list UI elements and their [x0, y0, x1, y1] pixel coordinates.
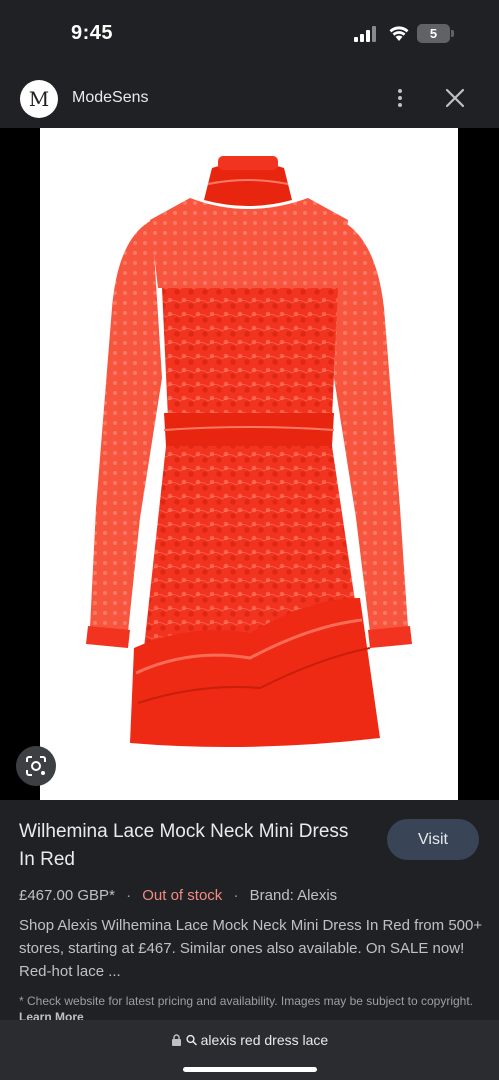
visit-button[interactable]: Visit: [387, 819, 479, 860]
site-header: M ModeSens: [0, 66, 499, 128]
close-icon[interactable]: [443, 86, 467, 110]
more-options-icon[interactable]: [388, 86, 412, 110]
disclaimer: * Check website for latest pricing and a…: [19, 993, 481, 1020]
status-bar: 9:45 5: [0, 0, 499, 66]
battery-level: 5: [429, 26, 438, 41]
search-icon: [186, 1034, 197, 1046]
wifi-icon: [389, 26, 409, 41]
site-name[interactable]: ModeSens: [72, 89, 149, 107]
disclaimer-text: * Check website for latest pricing and a…: [19, 994, 473, 1008]
dress-illustration: [40, 128, 458, 800]
product-title[interactable]: Wilhemina Lace Mock Neck Mini Dress In R…: [19, 818, 369, 874]
battery-icon: 5: [417, 24, 455, 43]
product-info-panel: Wilhemina Lace Mock Neck Mini Dress In R…: [0, 800, 499, 1020]
learn-more-link[interactable]: Learn More: [19, 1010, 84, 1020]
site-avatar[interactable]: M: [20, 80, 58, 118]
product-image[interactable]: [40, 128, 458, 800]
image-viewer[interactable]: [0, 128, 499, 800]
lens-icon: [26, 756, 46, 776]
search-query: alexis red dress lace: [200, 1032, 329, 1048]
meta-separator: ·: [126, 887, 132, 904]
product-description: Shop Alexis Wilhemina Lace Mock Neck Min…: [19, 917, 483, 980]
product-brand: Brand: Alexis: [249, 887, 338, 904]
lock-icon: [171, 1034, 181, 1046]
home-indicator[interactable]: [183, 1067, 317, 1072]
product-price: £467.00 GBP*: [19, 887, 115, 904]
meta-separator: ·: [233, 887, 239, 904]
status-time: 9:45: [71, 22, 114, 44]
cellular-signal-icon: [354, 26, 376, 42]
lens-button[interactable]: [16, 746, 56, 786]
url-pill[interactable]: alexis red dress lace: [0, 1032, 499, 1048]
product-meta: £467.00 GBP* · Out of stock · Brand: Ale…: [19, 887, 337, 904]
stock-status: Out of stock: [142, 887, 223, 904]
